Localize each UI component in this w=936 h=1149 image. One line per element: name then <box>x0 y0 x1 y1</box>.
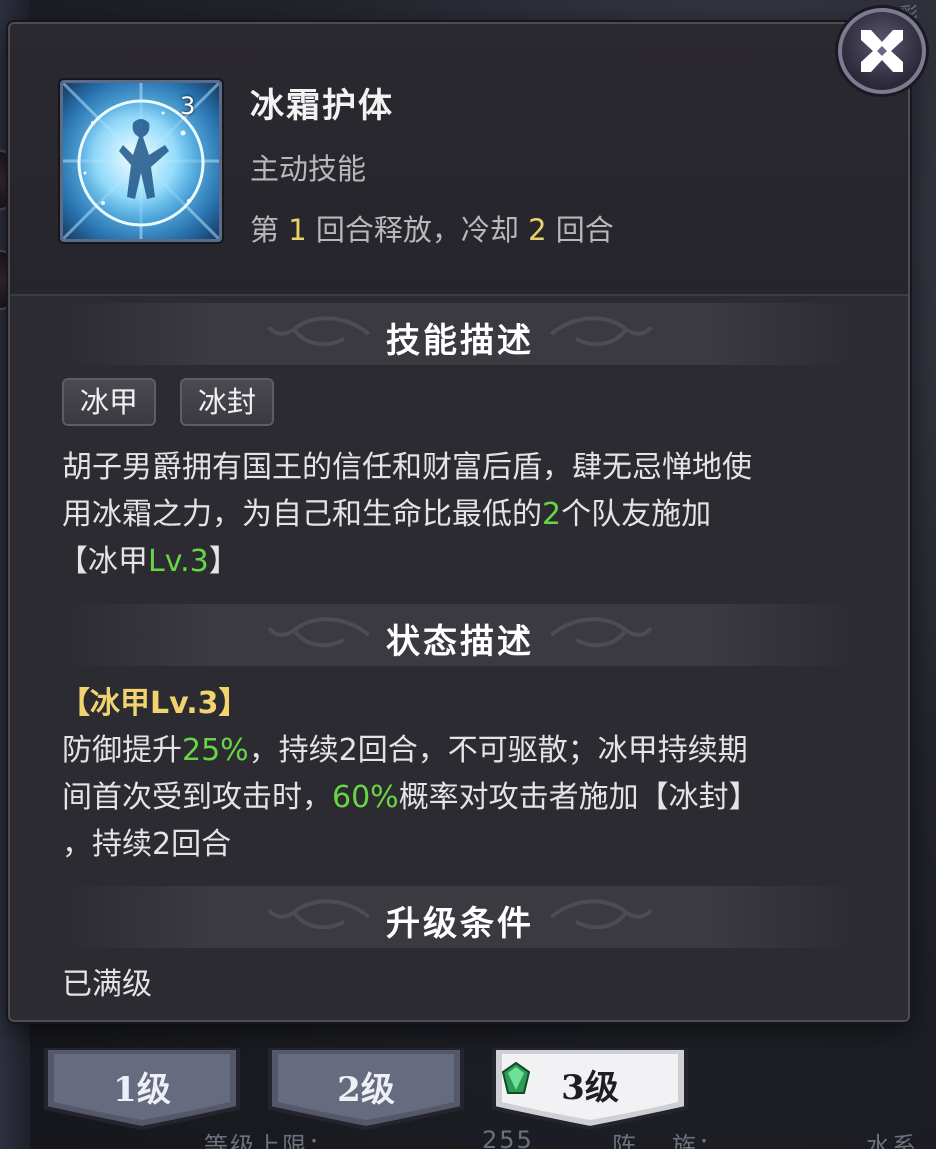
freeze-chance-value: 60% <box>332 780 399 815</box>
defense-boost-value: 25% <box>182 733 249 768</box>
status-line-2-text: 间首次受到攻击时， <box>62 780 332 815</box>
release-round-value: 1 <box>288 213 307 247</box>
description-line-2-text: 用冰霜之力，为自己和生命比最低的 <box>62 497 542 532</box>
skill-name: 冰霜护体 <box>250 86 394 126</box>
status-line-1-tail: ，持续2回合，不可驱散；冰甲持续期 <box>248 733 748 768</box>
section-header-description: 技能描述 <box>64 303 856 365</box>
cooldown-rounds-value: 2 <box>528 213 547 247</box>
game-screen: 等级上限： 255 阵 族： 水系 彩 3 冰霜护体 主动技能 第 1 回合释放… <box>0 0 936 1149</box>
upgrade-status: 已满级 <box>62 967 152 1002</box>
buff-bracket-open: 【冰甲 <box>58 544 148 579</box>
ice-shield-skill-icon <box>60 80 222 242</box>
status-line-1: 防御提升25%，持续2回合，不可驱散；冰甲持续期 <box>62 727 748 774</box>
status-line-2-tail: 概率对攻击者施加【冰封】 <box>398 780 759 815</box>
skill-icon-level: 3 <box>180 92 196 120</box>
level-tab-label: 2级 <box>337 1070 395 1110</box>
level-tab-1[interactable]: 1级 <box>42 1048 242 1130</box>
buff-bracket-close: 】 <box>208 544 239 579</box>
level-tab-label: 1级 <box>113 1070 171 1110</box>
tag-ice-seal[interactable]: 冰封 <box>180 378 275 426</box>
skill-icon-art <box>63 83 219 239</box>
background-element-label: 水系 <box>866 1132 918 1149</box>
section-title-status: 状态描述 <box>386 622 534 662</box>
section-header-upgrade: 升级条件 <box>64 886 856 948</box>
description-line-2-tail: 个队友施加 <box>561 497 712 532</box>
cooldown-prefix: 第 <box>250 213 289 247</box>
level-tab-2[interactable]: 2级 <box>266 1048 466 1130</box>
close-button[interactable] <box>838 8 926 94</box>
description-line-3: 【冰甲Lv.3】 <box>58 538 239 585</box>
description-line-2: 用冰霜之力，为自己和生命比最低的2个队友施加 <box>62 491 711 538</box>
tag-ice-armor[interactable]: 冰甲 <box>62 378 157 426</box>
skill-cooldown: 第 1 回合释放，冷却 2 回合 <box>250 207 614 249</box>
section-title-upgrade: 升级条件 <box>386 904 534 944</box>
ally-count-value: 2 <box>542 497 562 532</box>
close-x-icon <box>861 30 903 72</box>
description-line-1: 胡子男爵拥有国王的信任和财富后盾，肆无忌惮地使 <box>62 450 752 485</box>
status-buff-title: 【冰甲Lv.3】 <box>60 686 249 721</box>
level-tab-3-selected[interactable]: 3级 <box>490 1048 690 1130</box>
cooldown-suffix: 回合 <box>546 213 614 247</box>
skill-type: 主动技能 <box>250 152 367 186</box>
status-line-3: ，持续2回合 <box>62 827 232 862</box>
status-line-1-text: 防御提升 <box>62 733 182 768</box>
buff-level-value: Lv.3 <box>148 544 209 579</box>
section-title-description: 技能描述 <box>386 321 534 361</box>
cooldown-middle: 回合释放，冷却 <box>306 213 529 247</box>
status-line-2: 间首次受到攻击时，60%概率对攻击者施加【冰封】 <box>62 774 759 821</box>
section-header-status: 状态描述 <box>64 604 856 666</box>
level-tab-label: 3级 <box>561 1068 619 1108</box>
